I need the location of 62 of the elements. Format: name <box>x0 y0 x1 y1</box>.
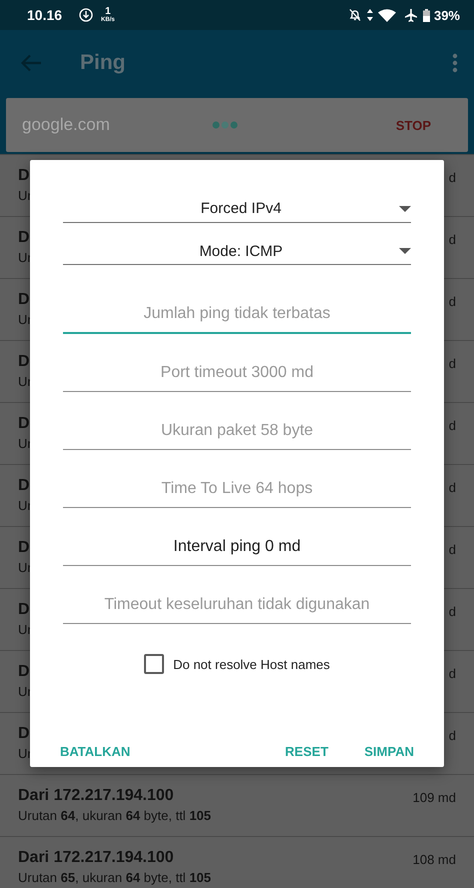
reply-details: Ur <box>18 250 32 267</box>
reply-source: D <box>18 353 30 372</box>
reply-time: d <box>448 604 456 619</box>
reply-details: Ur <box>18 436 32 453</box>
host-search-field[interactable]: google.com STOP <box>6 98 468 152</box>
reply-source: D <box>18 725 30 744</box>
clock-time: 10.16 <box>27 7 62 23</box>
reply-source: D <box>18 291 30 310</box>
loading-dots-icon <box>212 121 238 129</box>
reply-details: Ur <box>18 622 32 639</box>
reset-button[interactable]: RESET <box>279 736 334 767</box>
dropdown[interactable]: Forced IPv4 <box>63 190 411 222</box>
reply-time: d <box>448 418 456 433</box>
dropdown[interactable]: Mode: ICMP <box>63 232 411 265</box>
ping-result-row[interactable]: Dari 172.217.194.100 Urutan 65, ukuran 64 byte, ttl 105 108 md <box>0 836 474 888</box>
screen-title: Ping <box>80 50 126 74</box>
stop-button[interactable]: STOP <box>396 118 431 132</box>
download-icon <box>79 8 94 22</box>
reply-details: Urutan 64, ukuran 64 byte, ttl 105 <box>18 808 212 825</box>
back-button[interactable] <box>20 54 42 72</box>
reply-details: Ur <box>18 188 32 205</box>
bell-off-icon <box>348 8 362 22</box>
reply-time: d <box>448 356 456 371</box>
battery-icon <box>422 8 430 22</box>
reply-source: D <box>18 167 30 186</box>
reply-details: Ur <box>18 312 32 329</box>
caret-icon <box>399 248 411 254</box>
reply-source: Dari 172.217.194.100 <box>18 787 174 806</box>
reply-details: Ur <box>18 374 32 391</box>
caret-icon <box>399 206 411 212</box>
reply-details: Ur <box>18 498 32 515</box>
network-speed: 1 <box>105 7 111 17</box>
reply-source: D <box>18 663 30 682</box>
reply-details: Ur <box>18 746 32 763</box>
reply-time: 109 md <box>412 790 456 805</box>
host-value: google.com <box>22 115 111 135</box>
cancel-button[interactable]: BATALKAN <box>54 736 136 767</box>
battery-level: 39% <box>434 8 460 22</box>
reply-details: Ur <box>18 684 32 701</box>
reply-time: d <box>448 232 456 247</box>
reply-source: D <box>18 539 30 558</box>
reply-source: D <box>18 229 30 248</box>
checkbox-label: Do not resolve Host names <box>173 656 330 672</box>
reply-time: d <box>448 170 456 185</box>
reply-time: 108 md <box>412 852 456 867</box>
reply-time: d <box>448 728 456 743</box>
reply-details: Urutan 65, ukuran 64 byte, ttl 105 <box>18 870 212 887</box>
reply-time: d <box>448 480 456 495</box>
reply-time: d <box>448 542 456 557</box>
reply-details: Ur <box>18 560 32 577</box>
reply-source: D <box>18 477 30 496</box>
reply-source: D <box>18 601 30 620</box>
wifi-icon <box>378 8 396 22</box>
checkbox[interactable] <box>144 654 164 674</box>
airplane-icon <box>404 8 418 22</box>
reply-source: Dari 172.217.194.100 <box>18 849 174 868</box>
more-options-button[interactable] <box>452 52 458 72</box>
data-arrows-icon <box>366 9 373 21</box>
reply-time: d <box>448 294 456 309</box>
reply-source: D <box>18 415 30 434</box>
reply-time: d <box>448 666 456 681</box>
save-button[interactable]: SIMPAN <box>358 736 420 767</box>
